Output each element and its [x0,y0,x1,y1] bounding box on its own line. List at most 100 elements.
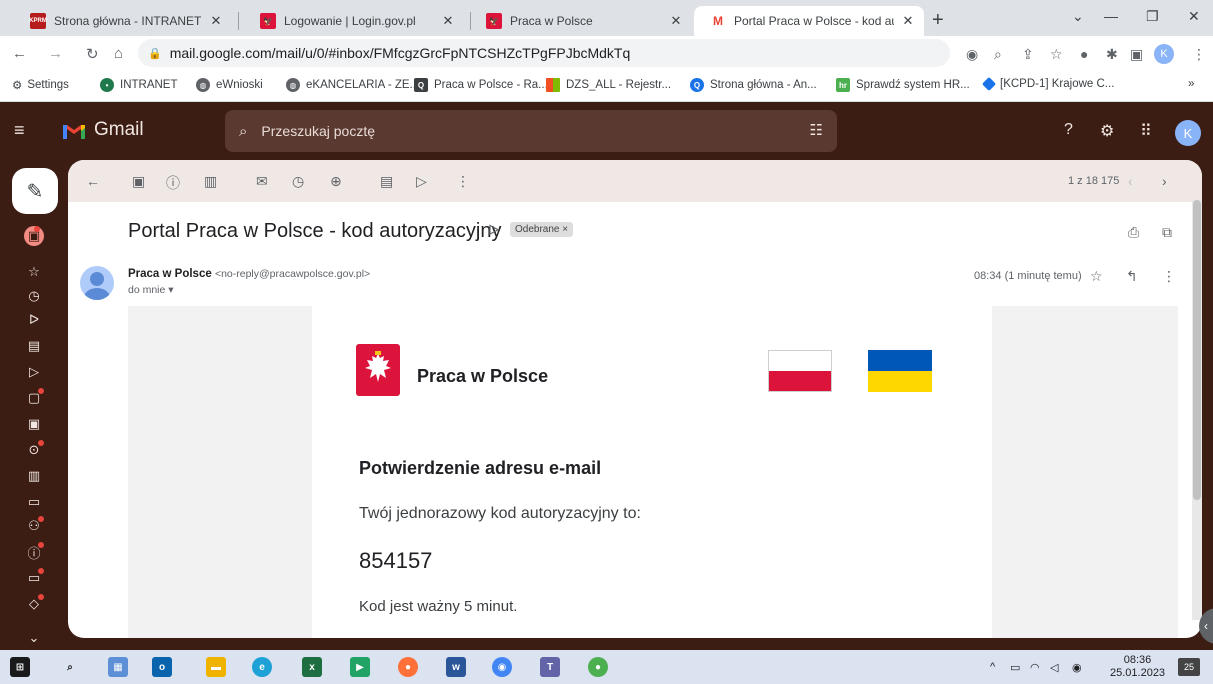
bookmark-hr-system[interactable]: hr Sprawdź system HR... [836,78,970,92]
edge-icon[interactable]: e [252,657,272,677]
search-taskbar-icon[interactable]: ⌕ [60,657,80,677]
excel-icon[interactable]: x [302,657,322,677]
tab-close-icon[interactable]: ✕ [900,13,916,29]
snoozed-icon[interactable]: ◷ [20,286,48,306]
inbox-label-badge[interactable]: Odebrane × [510,222,574,237]
delete-icon[interactable]: ▥ [204,173,217,190]
sent-icon[interactable]: ▷ [20,362,48,382]
bookmark-kcpd[interactable]: [KCPD-1] Krajowe C... [981,76,1114,92]
taskbar-clock[interactable]: 08:36 25.01.2023 [1110,654,1165,680]
apps-grid-icon[interactable]: ⠿ [1140,121,1152,141]
eye-icon[interactable]: ◉ [966,46,978,63]
address-bar[interactable]: 🔒 mail.google.com/mail/u/0/#inbox/FMfcgz… [138,39,950,67]
sender-avatar[interactable] [80,266,114,300]
add-to-tasks-icon[interactable]: ⊕ [330,173,342,190]
bookmark-strona-glowna[interactable]: Q Strona główna - An... [690,78,817,92]
search-options-icon[interactable]: ☷ [810,121,823,139]
bookmark-star-icon[interactable]: ☆ [1050,46,1063,63]
back-arrow-icon[interactable]: ← [12,45,27,62]
tab-close-icon[interactable]: ✕ [208,13,224,29]
bookmarks-overflow-icon[interactable]: » [1188,78,1194,90]
outlook-icon[interactable]: o [152,657,172,677]
zoom-icon[interactable]: ⌕ [994,46,1002,63]
tab-praca-w-polsce[interactable]: 🦅 Praca w Polsce ✕ [470,6,692,36]
sender-name[interactable]: Praca w Polsce [128,268,212,280]
account-avatar[interactable]: K [1175,120,1201,146]
settings-gear-icon[interactable]: ⚙ [1100,121,1114,141]
app-tray-icon[interactable]: ◉ [1072,661,1082,674]
recipient-details-toggle[interactable]: do mnie ▾ [128,284,174,296]
battery-icon[interactable]: ▭ [1010,661,1020,674]
tray-overflow-icon[interactable]: ^ [990,661,995,673]
social-icon[interactable]: ⚇ [20,516,48,536]
compose-button[interactable]: ✎ [12,168,58,214]
spam-icon[interactable]: ⊙ [20,440,48,460]
bookmark-intranet[interactable]: • INTRANET [100,78,178,92]
mark-unread-icon[interactable]: ✉ [256,173,268,190]
bookmark-ekancelaria[interactable]: ◍ eKANCELARIA - ZE... [286,78,419,92]
all-mail-icon[interactable]: ▣ [20,414,48,434]
tab-search-chevron-icon[interactable]: ⌄ [1072,8,1084,25]
share-icon[interactable]: ⇪ [1022,46,1034,63]
star-icon[interactable]: ☆ [1090,268,1103,285]
print-icon[interactable]: ⎙ [1128,224,1139,241]
more-actions-icon[interactable]: ⋮ [456,173,470,190]
network-icon[interactable]: ◠ [1030,661,1040,674]
bookmark-praca-w-polsce[interactable]: Q Praca w Polsce - Ra... [414,78,548,92]
notification-center-icon[interactable]: 25 [1178,658,1200,676]
more-chevron-icon[interactable]: ⌄ [20,628,48,648]
tab-intranet[interactable]: KPRM Strona główna - INTRANET KPRM ✕ [14,6,232,36]
chats-icon[interactable]: ▤ [20,336,48,356]
page-scrollbar-thumb[interactable] [1193,200,1201,500]
search-input[interactable]: Przeszukaj pocztę [261,123,375,139]
menu-dots-icon[interactable]: ⋮ [1192,46,1206,63]
forums-icon[interactable]: ▭ [20,568,48,588]
snooze-icon[interactable]: ◷ [292,173,304,190]
search-box[interactable]: ⌕ Przeszukaj pocztę ☷ [225,110,837,152]
bookmark-ewnioski[interactable]: ◍ eWnioski [196,78,263,92]
file-explorer-icon[interactable]: ▬ [206,657,226,677]
extension-icon[interactable]: ● [1080,46,1088,62]
label-icon[interactable]: ▭ [20,492,48,512]
reply-icon[interactable]: ↰ [1126,268,1138,285]
profile-avatar[interactable]: K [1154,44,1174,64]
word-icon[interactable]: w [446,657,466,677]
puzzle-icon[interactable]: ✱ [1106,46,1118,63]
starred-icon[interactable]: ☆ [20,262,48,282]
older-chevron-icon[interactable]: › [1162,173,1167,189]
drafts-icon[interactable]: ▢ [20,388,48,408]
main-menu-icon[interactable]: ≡ [14,120,25,141]
back-to-inbox-icon[interactable]: ← [86,173,100,189]
report-spam-icon[interactable]: ⓘ [166,173,180,193]
forward-arrow-icon[interactable]: → [48,45,63,62]
bookmark-settings[interactable]: ⚙ Settings [12,78,69,92]
tab-close-icon[interactable]: ✕ [668,13,684,29]
task-view-icon[interactable]: ▦ [108,657,128,677]
labels-icon[interactable]: ▷ [416,173,427,190]
windows-start-icon[interactable]: ⊞ [10,657,30,677]
newer-chevron-icon[interactable]: ‹ [1128,173,1133,189]
promotions-icon[interactable]: ◇ [20,594,48,614]
help-icon[interactable]: ? [1064,121,1073,139]
tab-close-icon[interactable]: ✕ [440,13,456,29]
bookmark-dzs-all[interactable]: DZS_ALL - Rejestr... [546,78,671,92]
tab-gmail-active[interactable]: M Portal Praca w Polsce - kod autor ✕ [694,6,924,36]
inbox-icon[interactable]: ▣ [24,226,44,246]
updates-icon[interactable]: ⓘ [20,542,48,562]
volume-icon[interactable]: ◁ [1050,661,1058,674]
minimize-icon[interactable]: — [1104,8,1118,24]
archive-icon[interactable]: ▣ [132,173,145,190]
teams-icon[interactable]: T [540,657,560,677]
firefox-icon[interactable]: ● [398,657,418,677]
trash-icon[interactable]: ▥ [20,466,48,486]
chrome-icon[interactable]: ◉ [492,657,512,677]
move-to-icon[interactable]: ▤ [380,173,393,190]
reload-icon[interactable]: ↻ [86,45,99,63]
message-more-icon[interactable]: ⋮ [1162,268,1176,285]
open-new-window-icon[interactable]: ⧉ [1162,224,1172,241]
new-tab-button[interactable]: + [932,9,944,32]
chat-app-icon[interactable]: ● [588,657,608,677]
side-panel-icon[interactable]: ▣ [1130,46,1143,63]
home-icon[interactable]: ⌂ [114,45,123,62]
important-marker-icon[interactable]: ᐅ [488,222,499,239]
